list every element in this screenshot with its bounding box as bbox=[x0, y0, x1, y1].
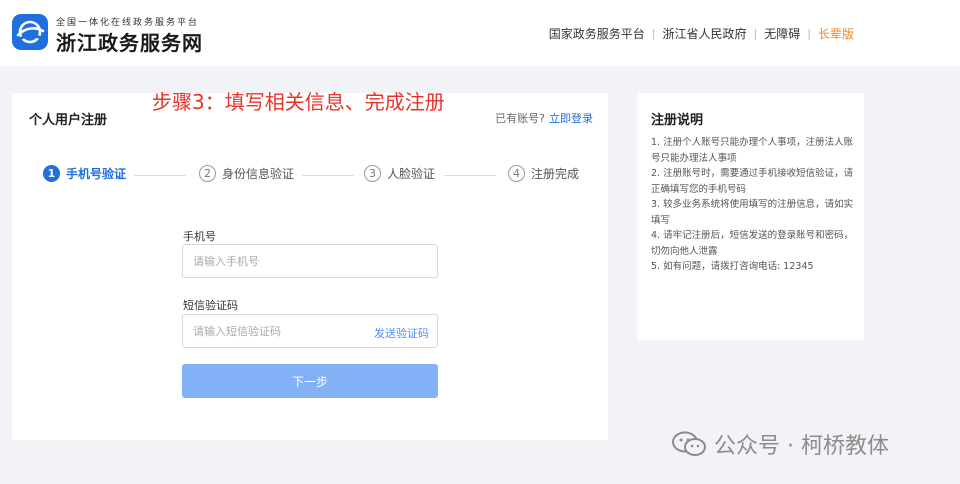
phone-input-box bbox=[182, 244, 438, 278]
nav-link-provincial-government[interactable]: 浙江省人民政府 bbox=[663, 25, 747, 42]
nav-separator: | bbox=[651, 27, 656, 40]
nav-link-accessibility[interactable]: 无障碍 bbox=[764, 25, 800, 42]
login-link[interactable]: 立即登录 bbox=[549, 112, 593, 125]
site-header: 全国一体化在线政务服务平台 浙江政务服务网 国家政务服务平台 | 浙江省人民政府… bbox=[0, 0, 960, 66]
phone-input[interactable] bbox=[183, 245, 437, 277]
step-phone-verification: 1 手机号验证 bbox=[43, 165, 126, 182]
step-face-verification: 3 人脸验证 bbox=[364, 165, 435, 182]
phone-label: 手机号 bbox=[183, 230, 216, 243]
step-annotation: 步骤3：填写相关信息、完成注册 bbox=[152, 90, 445, 114]
instruction-item: 4. 请牢记注册后，短信发送的登录账号和密码，切勿向他人泄露 bbox=[651, 230, 854, 257]
card-title: 个人用户注册 bbox=[29, 113, 108, 128]
step-number: 4 bbox=[508, 165, 525, 182]
login-hint: 已有账号? 立即登录 bbox=[495, 110, 593, 126]
nav-separator: | bbox=[807, 27, 811, 40]
next-step-button[interactable]: 下一步 bbox=[182, 364, 438, 398]
top-nav: 国家政务服务平台 | 浙江省人民政府 | 无障碍 | 长辈版 bbox=[549, 25, 854, 42]
step-connector bbox=[444, 175, 496, 176]
instruction-item: 1. 注册个人账号只能办理个人事项，注册法人账号只能办理法人事项 bbox=[651, 137, 854, 164]
step-connector bbox=[134, 175, 186, 176]
nav-separator: | bbox=[753, 27, 758, 40]
step-indicator: 1 手机号验证 2 身份信息验证 3 人脸验证 4 注册完成 bbox=[12, 165, 608, 185]
nav-link-elder-mode[interactable]: 长辈版 bbox=[818, 25, 854, 42]
step-label: 人脸验证 bbox=[387, 167, 436, 181]
watermark-text: 公众号 · 柯桥教体 bbox=[714, 434, 889, 459]
logo-title[interactable]: 浙江政务服务网 bbox=[56, 27, 203, 56]
site-logo-icon[interactable] bbox=[12, 14, 48, 50]
watermark: 公众号 · 柯桥教体 bbox=[672, 428, 889, 460]
nav-link-national-platform[interactable]: 国家政务服务平台 bbox=[549, 25, 645, 42]
sms-code-label: 短信验证码 bbox=[183, 299, 238, 312]
sms-code-input-box: 发送验证码 bbox=[182, 314, 438, 348]
send-code-button[interactable]: 发送验证码 bbox=[374, 325, 429, 341]
instruction-item: 2. 注册账号时，需要通过手机接收短信验证，请正确填写您的手机号码 bbox=[651, 168, 854, 195]
step-number: 1 bbox=[43, 165, 60, 182]
step-label: 手机号验证 bbox=[66, 167, 127, 181]
step-connector bbox=[302, 175, 354, 176]
instructions-title: 注册说明 bbox=[651, 113, 704, 128]
instruction-item: 3. 较多业务系统将使用填写的注册信息，请如实填写 bbox=[651, 199, 854, 226]
instructions-list: 1. 注册个人账号只能办理个人事项，注册法人账号只能办理法人事项 2. 注册账号… bbox=[651, 135, 854, 275]
step-label: 注册完成 bbox=[531, 167, 580, 181]
step-number: 3 bbox=[364, 165, 381, 182]
step-registration-complete: 4 注册完成 bbox=[508, 165, 579, 182]
login-prompt: 已有账号? bbox=[495, 112, 545, 125]
instruction-item: 5. 如有问题，请拨打咨询电话: 12345 bbox=[651, 261, 814, 272]
step-label: 身份信息验证 bbox=[222, 167, 295, 181]
wechat-icon bbox=[672, 431, 706, 456]
step-identity-verification: 2 身份信息验证 bbox=[199, 165, 294, 182]
step-number: 2 bbox=[199, 165, 216, 182]
registration-instructions-card: 注册说明 1. 注册个人账号只能办理个人事项，注册法人账号只能办理法人事项 2.… bbox=[637, 93, 864, 340]
registration-card: 个人用户注册 步骤3：填写相关信息、完成注册 已有账号? 立即登录 1 手机号验证… bbox=[12, 90, 608, 440]
